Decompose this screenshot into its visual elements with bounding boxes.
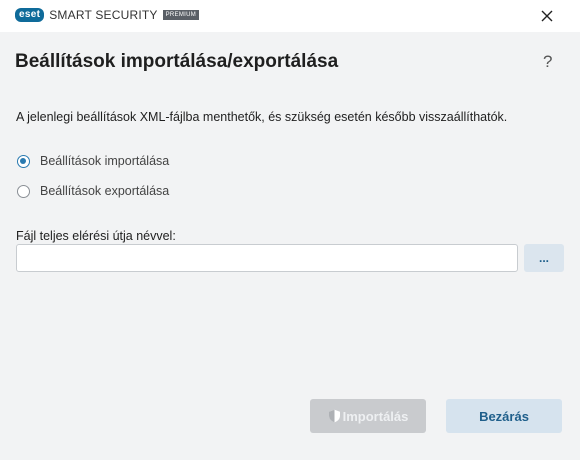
edition-badge: PREMIUM bbox=[162, 10, 200, 20]
help-button[interactable]: ? bbox=[543, 52, 552, 72]
page-title: Beállítások importálása/exportálása bbox=[15, 51, 339, 72]
import-button-label: Importálás bbox=[342, 408, 409, 424]
file-path-label: Fájl teljes elérési útja névvel: bbox=[16, 229, 176, 243]
import-button[interactable]: Importálás bbox=[310, 399, 426, 433]
import-radio[interactable] bbox=[17, 154, 30, 168]
import-option[interactable]: Beállítások importálása bbox=[17, 154, 169, 168]
eset-brand: eset SMART SECURITY PREMIUM bbox=[15, 8, 200, 22]
shield-icon bbox=[328, 409, 340, 423]
import-option-label: Beállítások importálása bbox=[40, 154, 170, 168]
file-path-input[interactable] bbox=[16, 244, 518, 272]
close-icon bbox=[541, 10, 553, 22]
close-button-label: Bezárás bbox=[479, 408, 529, 424]
export-option[interactable]: Beállítások exportálása bbox=[17, 184, 169, 198]
title-bar: eset SMART SECURITY PREMIUM bbox=[0, 0, 580, 32]
browse-button[interactable]: ... bbox=[524, 244, 564, 272]
close-window-button[interactable] bbox=[536, 6, 558, 26]
product-name: SMART SECURITY bbox=[49, 8, 158, 22]
close-button[interactable]: Bezárás bbox=[446, 399, 562, 433]
export-radio[interactable] bbox=[17, 184, 30, 198]
description-text: A jelenlegi beállítások XML-fájlba menth… bbox=[16, 110, 508, 124]
eset-logo: eset bbox=[15, 8, 45, 22]
export-option-label: Beállítások exportálása bbox=[40, 184, 170, 198]
